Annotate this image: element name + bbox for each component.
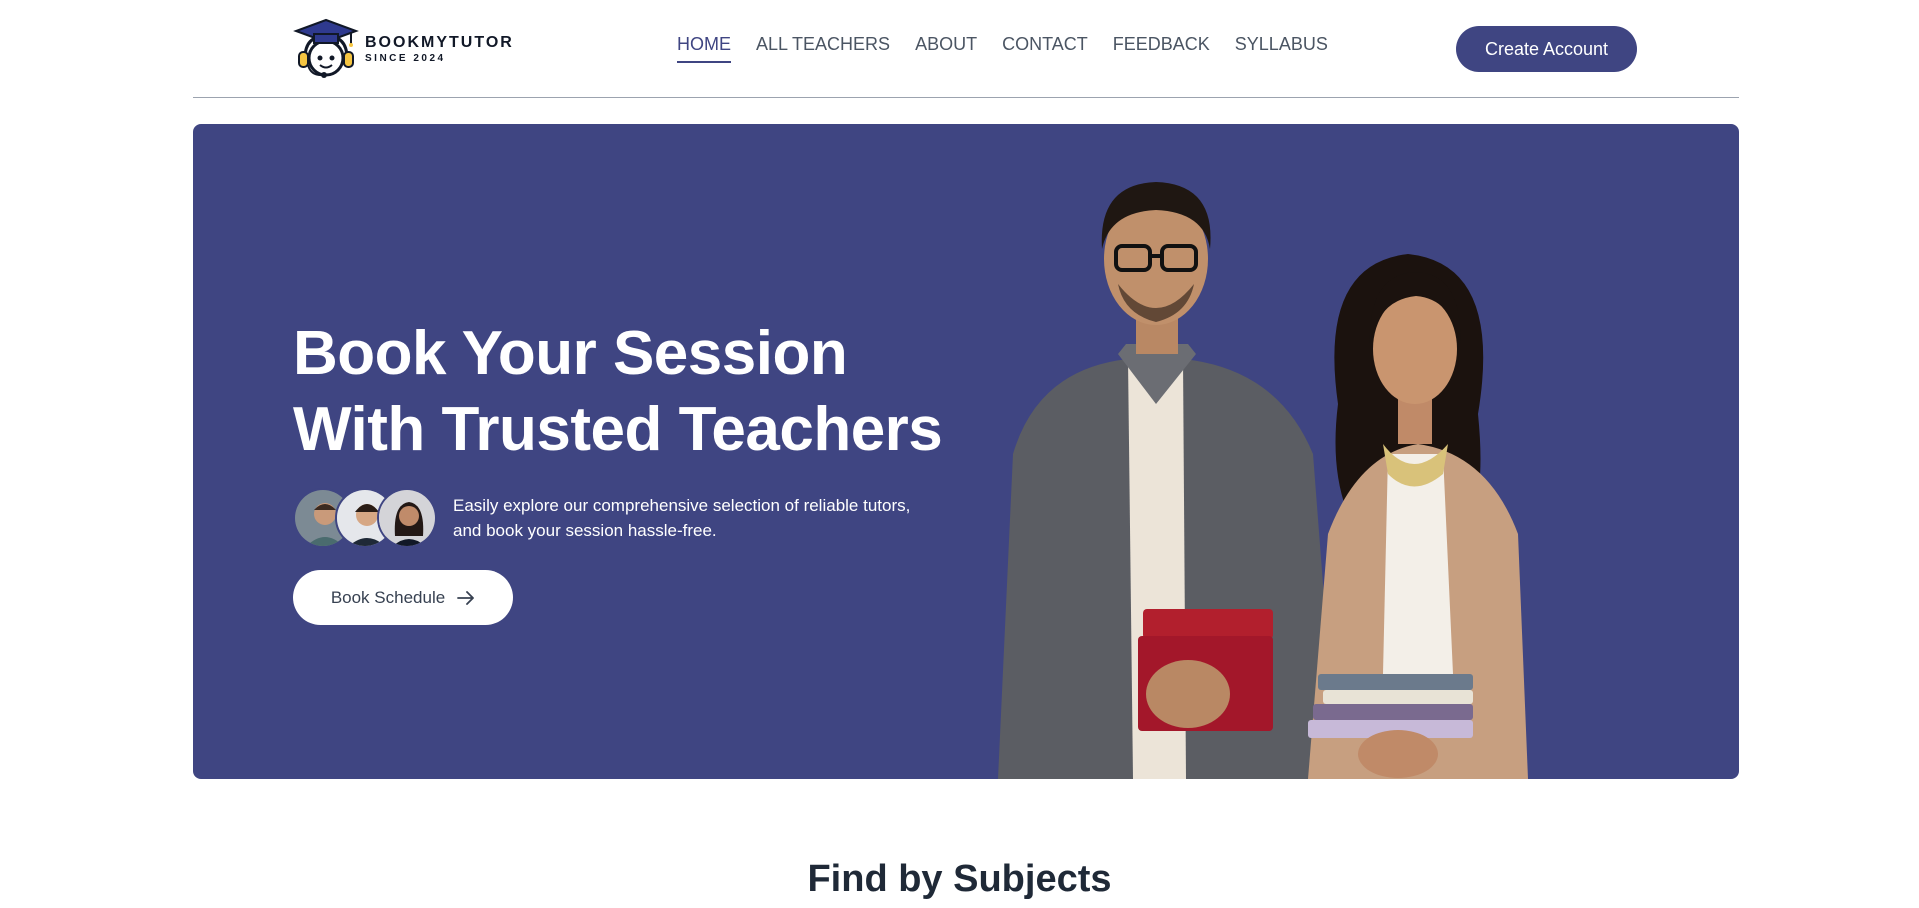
nav-syllabus[interactable]: SYLLABUS: [1235, 34, 1328, 63]
brand-name: BOOKMYTUTOR: [365, 34, 514, 51]
male-teacher-figure: [998, 182, 1338, 779]
hero-banner: Book Your Session With Trusted Teachers: [193, 124, 1739, 779]
book-schedule-button[interactable]: Book Schedule: [293, 570, 513, 625]
nav-home[interactable]: HOME: [677, 34, 731, 63]
teachers-photo: [998, 182, 1528, 779]
nav-about[interactable]: ABOUT: [915, 34, 977, 63]
graduation-cap-mascot-icon: [293, 18, 359, 78]
hero-info-row: Easily explore our comprehensive selecti…: [293, 488, 933, 548]
nav-all-teachers[interactable]: ALL TEACHERS: [756, 34, 890, 63]
section-title-find-by-subjects: Find by Subjects: [807, 858, 1112, 900]
hero-desc-line1: Easily explore our comprehensive selecti…: [453, 496, 911, 515]
nav-feedback[interactable]: FEEDBACK: [1113, 34, 1210, 63]
site-header: BOOKMYTUTOR SINCE 2024 HOME ALL TEACHERS…: [193, 0, 1739, 98]
teacher-avatars: [293, 488, 437, 548]
brand-logo[interactable]: BOOKMYTUTOR SINCE 2024: [293, 18, 514, 80]
book-schedule-label: Book Schedule: [330, 587, 446, 607]
nav-contact[interactable]: CONTACT: [1002, 34, 1088, 63]
hero-title-line2: With Trusted Teachers: [293, 395, 943, 464]
brand-since: SINCE 2024: [365, 53, 446, 64]
hero-title-line1: Book Your Session: [293, 319, 848, 388]
avatar: [377, 488, 437, 548]
main-nav: HOME ALL TEACHERS ABOUT CONTACT FEEDBACK…: [677, 34, 1328, 63]
hero-title: Book Your Session With Trusted Teachers: [293, 316, 943, 468]
hero-desc-line2: and book your session hassle-free.: [453, 521, 717, 540]
arrow-right-icon: [457, 590, 475, 605]
female-teacher-figure: [1308, 254, 1528, 779]
hero-description: Easily explore our comprehensive selecti…: [453, 493, 933, 543]
create-account-button[interactable]: Create Account: [1456, 26, 1637, 72]
